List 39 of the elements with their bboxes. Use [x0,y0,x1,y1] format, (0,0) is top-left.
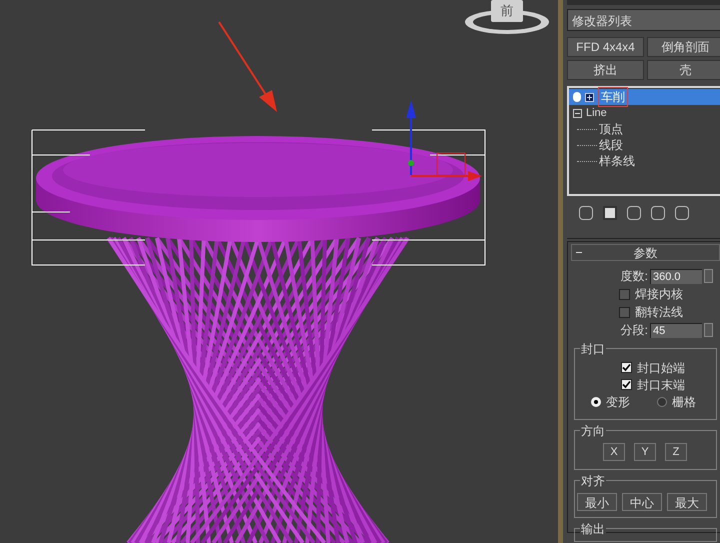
group-title: 输出 [580,520,606,538]
group-title: 对齐 [580,472,606,490]
number-field[interactable]: 45 [650,322,702,338]
checkbox-label: 焊接内核 [635,286,683,303]
radio-button[interactable] [591,397,601,407]
checkbox[interactable] [621,362,632,373]
field-label: 度数: [620,268,648,285]
axis-button[interactable]: Z [665,443,687,461]
view-cube[interactable] [465,0,549,34]
align-button[interactable]: 中心 [622,493,662,511]
checkbox-label: 翻转法线 [635,304,683,321]
stack-item[interactable]: Line [569,105,720,121]
modifier-button[interactable]: FFD 4x4x4 [567,37,644,57]
radio-label: 栅格 [672,394,696,411]
modifier-list-dropdown[interactable]: 修改器列表 [567,9,720,31]
align-button[interactable]: 最大 [667,493,707,511]
sub-object-item[interactable]: 样条线 [599,152,635,170]
number-field[interactable]: 360.0 [650,268,702,284]
sub-object-item[interactable]: 顶点 [599,120,623,138]
collapse-icon[interactable] [573,108,582,118]
axis-button[interactable]: X [603,443,625,461]
modifier-button[interactable]: 挤出 [567,60,644,80]
checkbox-label: 封口末端 [637,376,685,394]
expand-icon[interactable] [585,92,594,102]
view-cube-label: 前 [500,3,514,18]
stack-result-icon[interactable] [603,206,617,220]
checkbox[interactable] [621,379,632,390]
axis-button[interactable]: Y [634,443,656,461]
align-button[interactable]: 最小 [577,493,617,511]
checkbox-label: 封口始端 [637,360,685,376]
sub-object-item[interactable]: 线段 [599,136,623,154]
field-label: 分段: [620,322,648,339]
checkbox[interactable] [619,288,630,300]
radio-button[interactable] [657,397,667,407]
radio-label: 变形 [606,394,630,411]
modifier-button[interactable]: 倒角剖面 [647,37,720,57]
modifier-button[interactable]: 壳 [647,60,720,80]
stack-item[interactable]: 车削 [569,89,720,105]
checkbox[interactable] [619,306,630,318]
